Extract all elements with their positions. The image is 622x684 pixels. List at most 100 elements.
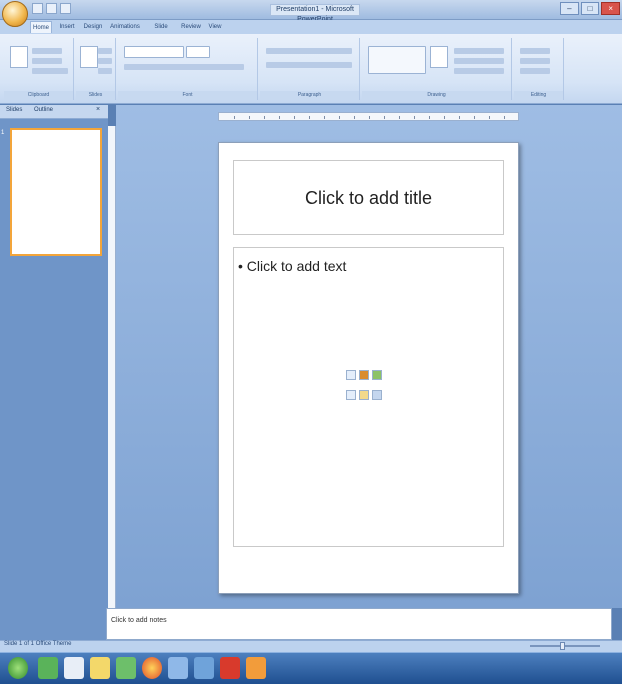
ruler-tick [369,116,370,119]
acrobat-icon[interactable] [220,657,240,679]
group-paragraph: Paragraph [260,38,360,100]
group-font: Font [118,38,258,100]
insert-picture-icon[interactable] [346,389,356,400]
quick-access-toolbar [32,3,74,16]
group-label: Paragraph [260,91,359,100]
notes-pane[interactable]: Click to add notes [106,608,612,640]
redo-icon[interactable] [60,3,71,14]
ruler-tick [324,116,325,119]
undo-icon[interactable] [46,3,57,14]
taskbar-app-icon[interactable] [38,657,58,679]
font-size-select[interactable] [186,46,210,58]
title-placeholder-text: Click to add title [304,188,433,208]
office-button-icon[interactable] [2,1,28,27]
ruler-tick [444,116,445,119]
insert-clipart-icon[interactable] [359,389,369,400]
tab-slide-show[interactable]: Slide Show [146,21,176,42]
browser-icon[interactable] [142,657,162,679]
maximize-button[interactable]: □ [580,2,600,15]
replace-button[interactable] [520,58,550,64]
tab-design[interactable]: Design [82,21,104,33]
group-label: Clipboard [4,91,73,100]
ribbon-tab-row: Home Insert Design Animations Slide Show… [0,20,622,42]
arrange-icon[interactable] [430,46,448,68]
tab-review[interactable]: Review [180,21,202,33]
minimize-button[interactable]: – [560,2,579,15]
insert-smartart-icon[interactable] [372,370,382,380]
font-format-buttons[interactable] [124,64,244,70]
taskbar-app-icon[interactable] [64,657,84,679]
insert-media-icon[interactable] [372,389,382,400]
font-name-select[interactable] [124,46,184,58]
zoom-slider[interactable] [512,642,612,650]
ruler-tick [339,116,340,119]
window-title: Presentation1 - Microsoft PowerPoint [270,4,360,23]
group-editing: Editing [514,38,564,100]
shape-effects-button[interactable] [454,68,504,74]
taskbar-app-icon[interactable] [194,657,214,679]
reset-button[interactable] [98,58,112,64]
tab-slides[interactable]: Slides [6,107,22,113]
pane-tabs: Slides Outline × [0,105,108,119]
close-pane-icon[interactable]: × [96,106,100,113]
group-clipboard: Clipboard [4,38,74,100]
taskbar-app-icon[interactable] [168,657,188,679]
slide-number: 1 [1,130,5,136]
insert-table-icon[interactable] [346,370,356,380]
ruler-tick [459,116,460,119]
group-label: Editing [514,91,563,100]
ruler-tick [399,116,400,119]
new-slide-icon[interactable] [80,46,98,68]
notes-placeholder: Click to add notes [111,617,167,624]
delete-button[interactable] [98,68,112,74]
body-placeholder-text: • Click to add text [238,258,347,274]
save-icon[interactable] [32,3,43,14]
select-button[interactable] [520,68,550,74]
zoom-handle[interactable] [560,642,565,650]
title-placeholder[interactable]: Click to add title [233,160,504,235]
insert-chart-icon[interactable] [359,370,369,380]
tab-view[interactable]: View [206,21,224,33]
slide-thumbnail[interactable] [10,128,102,256]
group-label: Font [118,91,257,100]
tab-outline[interactable]: Outline [34,107,53,113]
ruler-tick [504,116,505,119]
ruler-tick [309,116,310,119]
group-label: Slides [76,91,115,100]
shape-outline-button[interactable] [454,58,504,64]
close-button[interactable]: × [601,2,621,15]
shape-fill-button[interactable] [454,48,504,54]
ruler-tick [489,116,490,119]
ruler-tick [429,116,430,119]
start-button-icon[interactable] [8,657,28,679]
shapes-icon[interactable] [368,46,426,74]
folder-icon[interactable] [90,657,110,679]
ruler-tick [474,116,475,119]
taskbar-app-icon[interactable] [116,657,136,679]
content-insert-icons [346,370,386,406]
group-drawing: Drawing [362,38,512,100]
powerpoint-icon[interactable] [246,657,266,679]
paste-icon[interactable] [10,46,28,68]
group-label: Drawing [362,91,511,100]
tab-insert[interactable]: Insert [56,21,78,33]
ruler-tick [279,116,280,119]
ruler-tick [234,116,235,119]
clock[interactable] [594,657,620,677]
list-buttons[interactable] [266,48,352,54]
format-painter-button[interactable] [32,68,68,74]
ruler-tick [264,116,265,119]
zoom-track [530,645,600,647]
copy-button[interactable] [32,58,62,64]
tab-animations[interactable]: Animations [108,21,142,33]
align-buttons[interactable] [266,62,352,68]
layout-button[interactable] [98,48,112,54]
ruler-tick [294,116,295,119]
tab-home[interactable]: Home [30,21,52,33]
find-icon[interactable] [520,48,550,54]
cut-button[interactable] [32,48,62,54]
ruler-tick [384,116,385,119]
group-slides: Slides [76,38,116,100]
horizontal-ruler [218,112,519,121]
window-controls: – □ × [560,2,621,17]
